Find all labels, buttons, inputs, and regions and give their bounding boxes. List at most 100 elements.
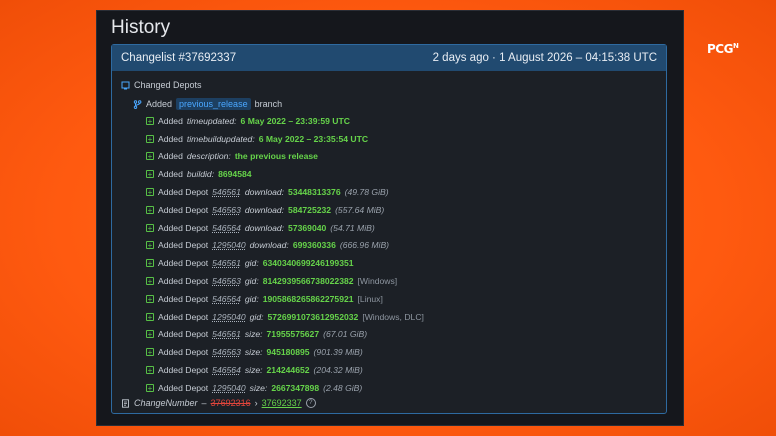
plus-icon: + [146,205,154,215]
entry-extra: (54.71 MiB) [330,222,375,233]
plus-icon: + [146,383,154,393]
change-entry: + Added Depot 546564 gid: 190586826586227592… [146,290,424,308]
plus-icon: + [146,116,154,126]
depot-link[interactable]: 546564 [212,223,241,233]
change-entry: + Added Depot 546561 gid: 634034069924619935… [146,254,424,272]
entry-value: 699360336 [292,240,336,251]
entry-field: download: [249,240,289,251]
entry-action: Added Depot [158,365,209,376]
entry-field: download: [244,187,285,198]
change-number-arrow: › [254,398,258,408]
page-title: History [111,17,171,38]
depot-icon [121,81,130,89]
plus-icon: + [146,152,154,162]
pcgn-logo: PCGN [707,42,739,56]
plus-icon: + [146,330,154,340]
plus-icon: + [146,134,154,144]
entry-field: size: [249,382,268,393]
change-number-label: ChangeNumber [134,398,198,408]
history-window: History Changelist #37692337 2 days ago … [96,10,684,426]
entry-value: 584725232 [288,204,332,215]
entry-value: 6340340699246199351 [262,258,354,269]
entry-action: Added Depot [158,276,209,287]
depot-link[interactable]: 546561 [212,258,241,268]
entry-action: Added Depot [158,293,209,304]
change-number-dash: – [201,398,207,408]
change-entry: + Added Depot 546563 size: 945180895 (901.39 … [146,343,424,361]
entry-value: 57369040 [288,222,327,233]
depot-link[interactable]: 546561 [212,187,241,197]
depot-link[interactable]: 546563 [212,276,241,286]
entry-tag: [Linux] [357,293,383,304]
change-entry: + Added Depot 1295040 gid: 57269910736129520… [146,308,424,326]
depot-link[interactable]: 546563 [212,347,241,357]
plus-icon: + [146,241,154,251]
entry-action: Added Depot [158,204,209,215]
entry-action: Added [158,151,183,162]
depot-link[interactable]: 546564 [212,294,241,304]
old-change-number[interactable]: 37692316 [211,398,251,408]
entry-extra: (67.01 GiB) [323,329,368,340]
entry-action: Added Depot [158,311,209,322]
entry-action: Added Depot [158,240,209,251]
logo-sup: N [732,42,739,50]
entry-tag: [Windows, DLC] [362,311,424,322]
entry-extra: (49.78 GiB) [344,187,389,198]
entry-action: Added Depot [158,382,209,393]
entry-value: 71955575627 [266,329,320,340]
depot-link[interactable]: 546564 [212,365,241,375]
change-entry: + Added Depot 546561 size: 71955575627 (67.01… [146,326,424,344]
document-icon [122,398,129,408]
entry-action: Added Depot [158,329,209,340]
entry-value: 945180895 [266,347,310,358]
depot-link[interactable]: 1295040 [212,312,245,322]
entry-field: size: [244,329,263,340]
depot-link[interactable]: 1295040 [212,383,245,393]
entry-action: Added [158,115,183,126]
branch-row: Added previous_release branch [133,98,282,110]
change-entry: + Added Depot 546561 download: 53448313376 (4… [146,183,424,201]
changelist-header: Changelist #37692337 2 days ago · 1 Augu… [112,45,666,71]
depot-link[interactable]: 1295040 [212,240,245,250]
changelist-title[interactable]: Changelist #37692337 [121,52,236,64]
entry-action: Added Depot [158,187,209,198]
entry-field: gid: [244,293,259,304]
plus-icon: + [146,259,154,269]
plus-icon: + [146,188,154,198]
entry-field: description: [186,151,231,162]
change-entry: + Added Depot 1295040 download: 699360336 (66… [146,237,424,255]
plus-icon: + [146,170,154,180]
depot-link[interactable]: 546563 [212,205,241,215]
change-entry: + Added Depot 546564 download: 57369040 (54.7… [146,219,424,237]
entry-value: 8694584 [218,169,252,180]
entry-action: Added Depot [158,347,209,358]
branch-icon [133,99,142,109]
entry-value: 214244652 [266,365,310,376]
entry-extra: (204.32 MiB) [313,365,363,376]
entry-extra: (901.39 MiB) [313,347,363,358]
logo-text: PCG [707,42,733,56]
changed-depots-label: Changed Depots [134,80,202,90]
entry-value: 2667347898 [271,382,320,393]
plus-icon: + [146,294,154,304]
entry-field: gid: [249,311,264,322]
change-entry: + Added description: the previous release [146,148,424,166]
plus-icon: + [146,348,154,358]
change-entry: + Added Depot 1295040 size: 2667347898 (2.48 … [146,379,424,397]
help-icon[interactable]: ? [305,398,316,408]
branch-name[interactable]: previous_release [176,98,251,110]
change-entry: + Added Depot 546563 download: 584725232 (557… [146,201,424,219]
plus-icon: + [146,366,154,376]
entry-action: Added [158,133,183,144]
new-change-number[interactable]: 37692337 [262,398,302,408]
plus-icon: + [146,277,154,287]
depot-link[interactable]: 546561 [212,329,241,339]
change-entry: + Added timebuildupdated: 6 May 2022 – 23:3… [146,130,424,148]
entry-field: buildid: [186,169,215,180]
entry-action: Added [158,169,183,180]
entry-action: Added Depot [158,222,209,233]
entry-value: 6 May 2022 – 23:35:54 UTC [258,133,369,144]
entry-value: 5726991073612952032 [267,311,359,322]
change-entry: + Added Depot 546564 size: 214244652 (204.32 … [146,361,424,379]
entry-tag: [Windows] [357,276,398,287]
